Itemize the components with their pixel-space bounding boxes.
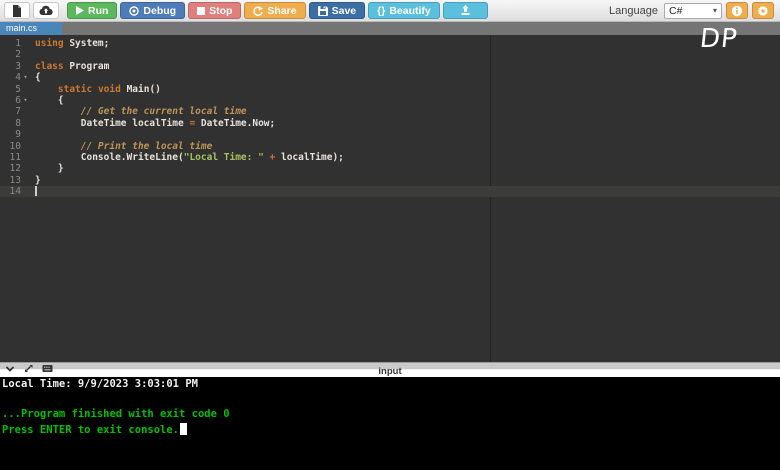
cloud-upload-icon <box>39 5 53 16</box>
braces-icon: {} <box>377 5 385 17</box>
new-file-button[interactable] <box>4 2 30 19</box>
console-line <box>2 393 778 408</box>
code-line: 13} <box>0 175 780 186</box>
toolbar-right: Language C# ▾ <box>609 2 774 19</box>
line-number: 4 <box>0 72 21 83</box>
save-button[interactable]: Save <box>309 2 366 19</box>
save-label: Save <box>332 5 357 17</box>
share-label: Share <box>267 5 296 17</box>
console-toolbar: input <box>0 362 780 377</box>
code-line: 12 } <box>0 163 780 174</box>
code-editor[interactable]: 1using System;23class Program4▾{5 static… <box>0 35 780 362</box>
line-number: 3 <box>0 61 21 72</box>
play-icon <box>76 6 84 15</box>
code-line: 6▾ { <box>0 95 780 106</box>
stop-button[interactable]: Stop <box>188 2 241 19</box>
debug-label: Debug <box>143 5 176 17</box>
code-line: 11 Console.WriteLine("Local Time: " + lo… <box>0 152 780 163</box>
dp-watermark: DP <box>698 24 739 54</box>
file-icon <box>12 5 22 17</box>
code-line: 5 static void Main() <box>0 84 780 95</box>
debug-circle-icon <box>129 6 139 16</box>
code-line: 8 DateTime localTime = DateTime.Now; <box>0 118 780 129</box>
info-button[interactable] <box>726 2 748 19</box>
code-line: 1using System; <box>0 38 780 49</box>
tab-label: main.cs <box>6 23 37 33</box>
code-line: 10 // Print the local time <box>0 141 780 152</box>
line-number: 10 <box>0 141 21 152</box>
stop-label: Stop <box>209 5 232 17</box>
line-number: 9 <box>0 129 21 140</box>
code-line: 14 <box>0 186 780 197</box>
upload-button[interactable] <box>443 2 488 19</box>
text-cursor <box>35 186 37 196</box>
fold-icon[interactable]: ▾ <box>21 95 30 106</box>
line-number: 11 <box>0 152 21 163</box>
toolbar: Run Debug Stop Share Save {} <box>0 0 780 22</box>
console-line: Press ENTER to exit console. <box>2 423 778 438</box>
language-value: C# <box>669 5 682 17</box>
line-number: 14 <box>0 186 21 197</box>
line-number: 1 <box>0 38 21 49</box>
line-number: 12 <box>0 163 21 174</box>
settings-button[interactable] <box>752 2 774 19</box>
line-number: 5 <box>0 84 21 95</box>
debug-button[interactable]: Debug <box>120 2 185 19</box>
language-label: Language <box>609 5 658 17</box>
upload-icon <box>460 5 471 16</box>
code-line: 3class Program <box>0 61 780 72</box>
console-line: ...Program finished with exit code 0 <box>2 408 778 423</box>
editor-lines: 1using System;23class Program4▾{5 static… <box>0 35 780 197</box>
console-output[interactable]: Local Time: 9/9/2023 3:03:01 PM ...Progra… <box>0 377 780 470</box>
run-label: Run <box>88 5 108 17</box>
line-number: 13 <box>0 175 21 186</box>
tab-bar: main.cs <box>0 22 780 35</box>
tab-main-cs[interactable]: main.cs <box>0 22 62 35</box>
run-button[interactable]: Run <box>67 2 117 19</box>
upload-project-button[interactable] <box>33 2 59 19</box>
beautify-label: Beautify <box>389 5 430 17</box>
line-number: 7 <box>0 106 21 117</box>
fold-icon[interactable]: ▾ <box>21 72 30 83</box>
terminal-cursor <box>180 423 187 435</box>
line-number: 8 <box>0 118 21 129</box>
console-line: Local Time: 9/9/2023 3:03:01 PM <box>2 378 778 393</box>
language-select[interactable]: C# ▾ <box>664 3 722 19</box>
line-number: 6 <box>0 95 21 106</box>
share-button[interactable]: Share <box>244 2 305 19</box>
code-line: 7 // Get the current local time <box>0 106 780 117</box>
floppy-icon <box>318 6 328 16</box>
stop-square-icon <box>197 7 205 15</box>
chevron-down-icon: ▾ <box>713 6 717 15</box>
code-line: 2 <box>0 49 780 60</box>
code-line: 4▾{ <box>0 72 780 83</box>
share-arrow-icon <box>253 6 263 16</box>
line-number: 2 <box>0 49 21 60</box>
beautify-button[interactable]: {} Beautify <box>368 2 440 19</box>
ide-window: Run Debug Stop Share Save {} <box>0 0 780 470</box>
info-icon <box>731 5 743 17</box>
gear-icon <box>757 5 769 17</box>
stdin-input-field[interactable]: input <box>0 367 780 377</box>
code-line: 9 <box>0 129 780 140</box>
